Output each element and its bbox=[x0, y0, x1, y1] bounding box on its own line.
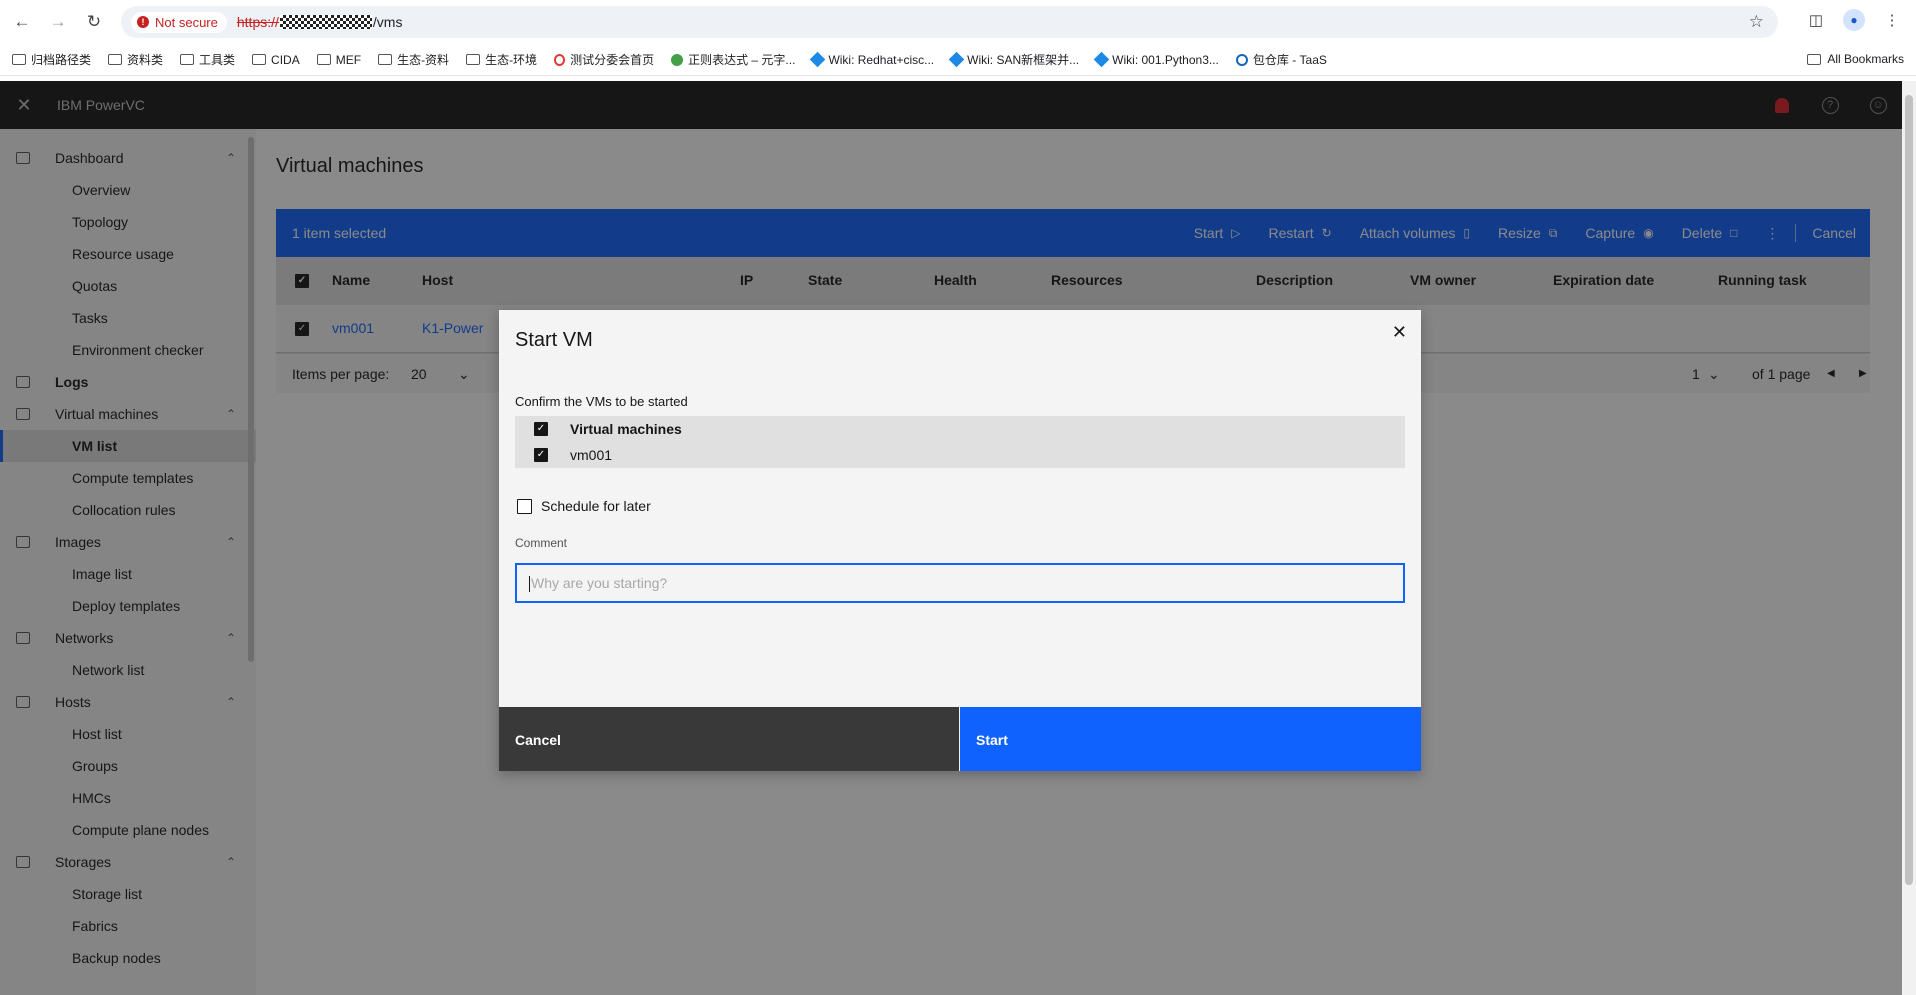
bookmark-item[interactable]: 资料类 bbox=[108, 51, 163, 68]
wiki-icon bbox=[948, 51, 965, 68]
vm-list: ✓ Virtual machines ✓ vm001 bbox=[515, 416, 1405, 468]
bookmark-item[interactable]: Wiki: Redhat+cisc... bbox=[810, 51, 934, 68]
forward-icon[interactable]: → bbox=[44, 8, 72, 36]
bookmark-item[interactable]: Wiki: 001.Python3... bbox=[1093, 51, 1219, 68]
vm-list-header-label: Virtual machines bbox=[570, 421, 682, 437]
vm-name: vm001 bbox=[570, 447, 613, 463]
comment-input[interactable]: Why are you starting? bbox=[515, 563, 1405, 603]
back-icon[interactable]: ← bbox=[8, 8, 36, 36]
menu-icon[interactable]: ⋮ bbox=[1880, 8, 1904, 32]
address-bar[interactable]: ! Not secure https:// /vms ☆ bbox=[121, 6, 1778, 38]
all-bookmarks[interactable]: All Bookmarks bbox=[1807, 52, 1904, 66]
bookmark-item[interactable]: 正则表达式 – 元字... bbox=[671, 51, 795, 68]
globe-icon bbox=[1235, 53, 1248, 66]
schedule-later-checkbox[interactable] bbox=[517, 498, 532, 514]
browser-toolbar: ← → ↻ ! Not secure https:// /vms ☆ ◫ ● ⋮ bbox=[0, 0, 1916, 44]
folder-icon bbox=[12, 54, 26, 65]
security-chip[interactable]: ! Not secure bbox=[131, 11, 227, 33]
schedule-later-label: Schedule for later bbox=[541, 498, 651, 514]
start-button[interactable]: Start bbox=[960, 707, 1421, 771]
bookmark-item[interactable]: 测试分委会首页 bbox=[554, 51, 654, 68]
site-icon bbox=[671, 53, 684, 66]
folder-icon bbox=[108, 54, 123, 65]
bookmark-item[interactable]: 生态-环境 bbox=[466, 51, 537, 68]
profile-icon[interactable]: ● bbox=[1842, 8, 1866, 32]
confirm-label: Confirm the VMs to be started bbox=[515, 394, 688, 409]
bookmark-item[interactable]: 归档路径类 bbox=[12, 51, 91, 68]
security-label: Not secure bbox=[155, 14, 218, 30]
url-host-redacted bbox=[279, 15, 372, 29]
bookmark-item[interactable]: CIDA bbox=[252, 53, 300, 67]
warning-icon: ! bbox=[137, 16, 149, 28]
extensions-icon[interactable]: ◫ bbox=[1804, 8, 1828, 32]
folder-icon bbox=[180, 54, 195, 65]
bookmark-star-icon[interactable]: ☆ bbox=[1749, 12, 1764, 32]
folder-icon bbox=[252, 54, 267, 65]
site-icon bbox=[554, 53, 566, 66]
folder-icon bbox=[378, 54, 393, 65]
vm-checkbox[interactable]: ✓ bbox=[534, 448, 548, 462]
folder-icon bbox=[1807, 53, 1822, 65]
page-scrollbar[interactable] bbox=[1902, 81, 1916, 995]
bookmark-item[interactable]: 包仓库 - TaaS bbox=[1235, 51, 1327, 68]
bookmark-item[interactable]: Wiki: SAN新框架并... bbox=[948, 51, 1079, 68]
reload-icon[interactable]: ↻ bbox=[80, 8, 108, 36]
bookmark-item[interactable]: 工具类 bbox=[180, 51, 235, 68]
comment-placeholder: Why are you starting? bbox=[531, 575, 668, 591]
url-scheme: https:// bbox=[236, 14, 279, 30]
vm-list-header: ✓ Virtual machines bbox=[515, 416, 1405, 442]
cancel-button[interactable]: Cancel bbox=[499, 707, 959, 771]
folder-icon bbox=[466, 54, 481, 65]
modal-title: Start VM bbox=[515, 329, 593, 351]
wiki-icon bbox=[810, 51, 826, 68]
select-all-vms-checkbox[interactable]: ✓ bbox=[534, 422, 548, 436]
start-vm-modal: Start VM ✕ Confirm the VMs to be started… bbox=[499, 310, 1421, 771]
scroll-thumb[interactable] bbox=[1905, 95, 1913, 885]
bookmarks-bar: 归档路径类 资料类 工具类 CIDA MEF 生态-资料 生态-环境 测试分委会… bbox=[0, 44, 1916, 76]
vm-list-item: ✓ vm001 bbox=[515, 442, 1405, 468]
bookmark-item[interactable]: 生态-资料 bbox=[378, 51, 449, 68]
folder-icon bbox=[316, 54, 331, 65]
schedule-later-option[interactable]: Schedule for later bbox=[517, 498, 651, 514]
close-icon[interactable]: ✕ bbox=[1392, 322, 1407, 343]
bookmark-item[interactable]: MEF bbox=[316, 53, 361, 67]
url-path: /vms bbox=[372, 14, 403, 30]
wiki-icon bbox=[1093, 51, 1110, 68]
comment-label: Comment bbox=[515, 536, 568, 550]
